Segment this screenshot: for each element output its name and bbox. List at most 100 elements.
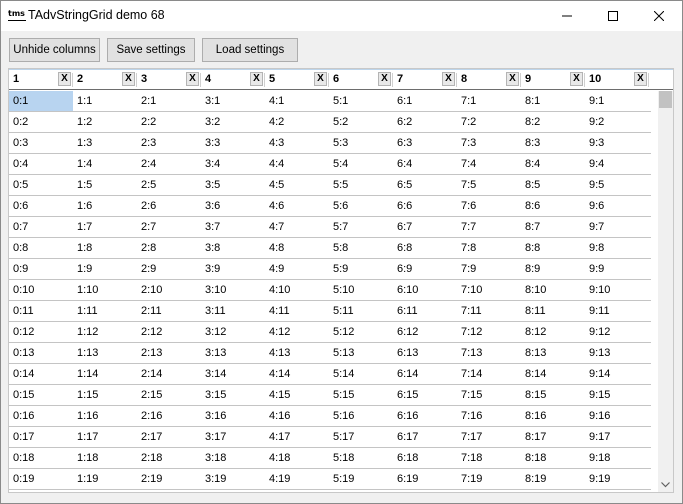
grid-cell[interactable]: 7:9	[457, 259, 521, 279]
hide-column-button[interactable]: X	[314, 72, 327, 86]
grid-cell[interactable]: 7:12	[457, 322, 521, 342]
grid-cell[interactable]: 2:16	[137, 406, 201, 426]
grid-cell[interactable]: 3:10	[201, 280, 265, 300]
grid-cell[interactable]: 5:8	[329, 238, 393, 258]
table-row[interactable]: 0:15 1:15 2:15 3:15 4:15 5:15 6:15 7:15 8:15 9:15	[9, 385, 651, 406]
grid-cell[interactable]: 4:6	[265, 196, 329, 216]
grid-cell[interactable]: 5:14	[329, 364, 393, 384]
grid-cell[interactable]: 6:8	[393, 238, 457, 258]
column-header[interactable]: 4X	[201, 70, 265, 90]
grid-cell[interactable]: 7:4	[457, 154, 521, 174]
grid-cell[interactable]: 9:12	[585, 322, 649, 342]
grid-cell[interactable]: 4:5	[265, 175, 329, 195]
grid-cell[interactable]: 0:10	[9, 280, 73, 300]
table-row[interactable]: 0:8 1:8 2:8 3:8 4:8 5:8 6:8 7:8 8:8 9:8	[9, 238, 651, 259]
maximize-button[interactable]	[590, 1, 636, 31]
grid-cell[interactable]: 3:9	[201, 259, 265, 279]
grid-cell[interactable]: 5:12	[329, 322, 393, 342]
grid-cell[interactable]: 9:8	[585, 238, 649, 258]
grid-cell[interactable]: 3:13	[201, 343, 265, 363]
hide-column-button[interactable]: X	[634, 72, 647, 86]
grid-cell[interactable]: 0:12	[9, 322, 73, 342]
grid-cell[interactable]: 3:7	[201, 217, 265, 237]
grid-cell[interactable]: 1:2	[73, 112, 137, 132]
grid-cell[interactable]: 0:5	[9, 175, 73, 195]
grid-cell[interactable]: 8:13	[521, 343, 585, 363]
grid-cell[interactable]: 9:9	[585, 259, 649, 279]
grid-cell[interactable]: 0:18	[9, 448, 73, 468]
grid-cell[interactable]: 4:15	[265, 385, 329, 405]
grid-cell[interactable]: 7:16	[457, 406, 521, 426]
grid-cell[interactable]: 9:16	[585, 406, 649, 426]
grid-cell[interactable]: 2:4	[137, 154, 201, 174]
grid-cell[interactable]: 4:2	[265, 112, 329, 132]
grid-cell[interactable]: 8:9	[521, 259, 585, 279]
hide-column-button[interactable]: X	[186, 72, 199, 86]
grid-cell[interactable]: 7:11	[457, 301, 521, 321]
grid-cell[interactable]: 9:14	[585, 364, 649, 384]
scrollbar-thumb[interactable]	[659, 91, 672, 108]
grid-cell[interactable]: 8:14	[521, 364, 585, 384]
hide-column-button[interactable]: X	[58, 72, 71, 86]
grid-cell[interactable]: 8:16	[521, 406, 585, 426]
grid-cell[interactable]: 8:19	[521, 469, 585, 489]
grid-cell[interactable]: 8:11	[521, 301, 585, 321]
grid-cell[interactable]: 2:15	[137, 385, 201, 405]
grid-cell[interactable]: 7:2	[457, 112, 521, 132]
grid-cell[interactable]: 7:7	[457, 217, 521, 237]
grid-cell[interactable]: 7:19	[457, 469, 521, 489]
grid-cell[interactable]: 3:15	[201, 385, 265, 405]
title-bar[interactable]: tms TAdvStringGrid demo 68	[1, 1, 682, 31]
grid-cell[interactable]: 6:16	[393, 406, 457, 426]
grid-cell[interactable]: 4:3	[265, 133, 329, 153]
table-row[interactable]: 0:7 1:7 2:7 3:7 4:7 5:7 6:7 7:7 8:7 9:7	[9, 217, 651, 238]
load-settings-button[interactable]: Load settings	[202, 38, 298, 62]
grid-cell[interactable]: 2:2	[137, 112, 201, 132]
grid-cell[interactable]: 1:5	[73, 175, 137, 195]
column-divider[interactable]	[648, 73, 649, 87]
grid-cell[interactable]: 4:4	[265, 154, 329, 174]
grid-cell[interactable]: 9:2	[585, 112, 649, 132]
grid-cell[interactable]: 4:7	[265, 217, 329, 237]
table-row[interactable]: 0:19 1:19 2:19 3:19 4:19 5:19 6:19 7:19 8:19 9:19	[9, 469, 651, 490]
save-settings-button[interactable]: Save settings	[107, 38, 195, 62]
column-header[interactable]: 3X	[137, 70, 201, 90]
grid-cell[interactable]: 9:19	[585, 469, 649, 489]
grid-cell[interactable]: 7:10	[457, 280, 521, 300]
grid-cell[interactable]: 9:7	[585, 217, 649, 237]
grid-cell[interactable]: 2:14	[137, 364, 201, 384]
grid-cell[interactable]: 4:16	[265, 406, 329, 426]
hide-column-button[interactable]: X	[570, 72, 583, 86]
grid-cell[interactable]: 0:13	[9, 343, 73, 363]
grid-cell[interactable]: 5:17	[329, 427, 393, 447]
grid-cell[interactable]: 8:1	[521, 91, 585, 111]
grid-cell[interactable]: 1:14	[73, 364, 137, 384]
grid-cell[interactable]: 5:1	[329, 91, 393, 111]
grid-cell[interactable]: 4:19	[265, 469, 329, 489]
grid-cell[interactable]: 6:1	[393, 91, 457, 111]
grid-cell[interactable]: 6:19	[393, 469, 457, 489]
grid-cell[interactable]: 2:9	[137, 259, 201, 279]
column-header[interactable]: 7X	[393, 70, 457, 90]
table-row[interactable]: 0:17 1:17 2:17 3:17 4:17 5:17 6:17 7:17 8:17 9:17	[9, 427, 651, 448]
grid-cell[interactable]: 0:9	[9, 259, 73, 279]
grid-cell[interactable]: 6:10	[393, 280, 457, 300]
table-row[interactable]: 0:6 1:6 2:6 3:6 4:6 5:6 6:6 7:6 8:6 9:6	[9, 196, 651, 217]
grid-cell[interactable]: 5:11	[329, 301, 393, 321]
grid-cell[interactable]: 3:1	[201, 91, 265, 111]
grid-cell[interactable]: 0:11	[9, 301, 73, 321]
grid-cell[interactable]: 0:19	[9, 469, 73, 489]
grid-cell[interactable]: 1:15	[73, 385, 137, 405]
grid-cell[interactable]: 9:3	[585, 133, 649, 153]
grid-cell[interactable]: 5:7	[329, 217, 393, 237]
scroll-down-button[interactable]	[658, 476, 673, 492]
hide-column-button[interactable]: X	[506, 72, 519, 86]
grid-cell[interactable]: 1:19	[73, 469, 137, 489]
table-row[interactable]: 0:2 1:2 2:2 3:2 4:2 5:2 6:2 7:2 8:2 9:2	[9, 112, 651, 133]
grid-cell[interactable]: 8:6	[521, 196, 585, 216]
grid-cell[interactable]: 4:17	[265, 427, 329, 447]
grid-cell[interactable]: 7:3	[457, 133, 521, 153]
grid-cell[interactable]: 1:11	[73, 301, 137, 321]
grid-cell[interactable]: 6:13	[393, 343, 457, 363]
grid-cell[interactable]: 7:14	[457, 364, 521, 384]
